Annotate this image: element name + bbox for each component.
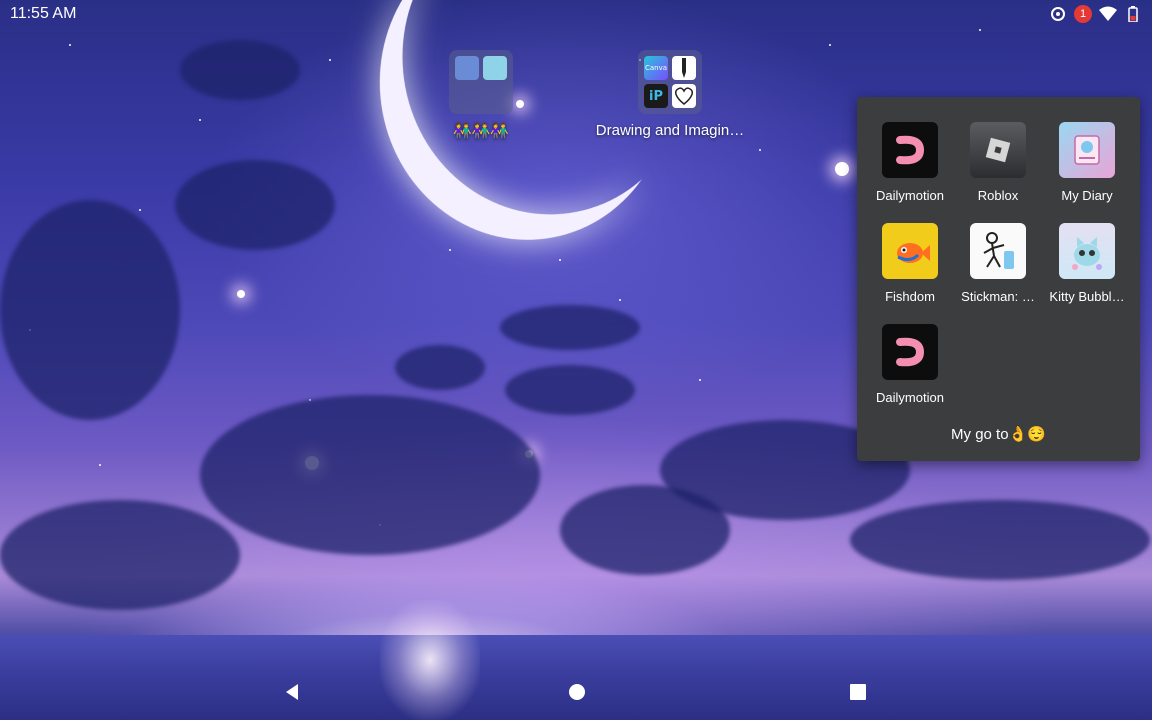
glow-orb — [237, 290, 245, 298]
app-label: Fishdom — [885, 289, 935, 304]
open-folder-panel: Dailymotion Roblox My Diary Fishdom Stic… — [857, 97, 1140, 461]
cloud — [500, 305, 640, 350]
folder-drawing[interactable]: Canva iP Drawing and Imagin… — [587, 50, 753, 139]
dailymotion-icon[interactable] — [882, 122, 938, 178]
cloud — [0, 500, 240, 610]
status-bar: 11:55 AM 1 — [0, 0, 1152, 30]
app-roblox[interactable]: Roblox — [953, 122, 1043, 203]
dailymotion-icon[interactable] — [882, 324, 938, 380]
stickman-icon[interactable] — [970, 223, 1026, 279]
folder-friends[interactable]: 👫👫👫 — [449, 50, 513, 140]
roblox-icon[interactable] — [970, 122, 1026, 178]
glow-orb — [516, 100, 524, 108]
folder-name[interactable]: My go to👌😌 — [857, 425, 1140, 443]
app-label: Dailymotion — [876, 390, 944, 405]
app-label: Stickman: … — [961, 289, 1035, 304]
back-icon[interactable] — [280, 680, 304, 704]
folder-label: Drawing and Imagin… — [595, 122, 745, 139]
cloud — [180, 40, 300, 100]
cloud — [850, 500, 1150, 580]
glow-orb — [835, 162, 849, 176]
app-thumbnail-icon — [483, 56, 507, 80]
cloud — [505, 365, 635, 415]
app-fishdom[interactable]: Fishdom — [865, 223, 955, 304]
notification-badge: 1 — [1074, 5, 1092, 23]
cloud — [175, 160, 335, 250]
sync-icon — [1049, 5, 1067, 23]
navigation-bar — [0, 672, 1152, 712]
ibis-paint-icon: iP — [644, 84, 668, 108]
canva-icon: Canva — [644, 56, 668, 80]
cloud — [200, 395, 540, 555]
app-dailymotion-2[interactable]: Dailymotion — [865, 324, 955, 405]
app-label: Dailymotion — [876, 188, 944, 203]
status-icons: 1 — [1049, 5, 1142, 23]
app-label: Roblox — [977, 188, 1019, 203]
battery-icon — [1124, 5, 1142, 23]
pen-app-icon — [672, 56, 696, 80]
folder-icon[interactable] — [449, 50, 513, 114]
heart-drawing-icon — [672, 84, 696, 108]
home-icon[interactable] — [565, 680, 589, 704]
app-label: My Diary — [1061, 188, 1113, 203]
folder-label: 👫👫👫 — [452, 123, 510, 140]
recents-icon[interactable] — [846, 680, 870, 704]
my-diary-icon[interactable] — [1059, 122, 1115, 178]
fishdom-icon[interactable] — [882, 223, 938, 279]
app-my-diary[interactable]: My Diary — [1042, 122, 1132, 203]
clock: 11:55 AM — [10, 5, 77, 22]
cloud — [0, 200, 180, 420]
cloud — [395, 345, 485, 390]
folder-icon[interactable]: Canva iP — [638, 50, 702, 114]
app-thumbnail-icon — [455, 56, 479, 80]
app-kitty-bubble[interactable]: Kitty Bubbl… — [1042, 223, 1132, 304]
wifi-icon — [1099, 5, 1117, 23]
app-label: Kitty Bubbl… — [1049, 289, 1125, 304]
kitty-bubble-icon[interactable] — [1059, 223, 1115, 279]
app-dailymotion[interactable]: Dailymotion — [865, 122, 955, 203]
app-stickman[interactable]: Stickman: … — [953, 223, 1043, 304]
